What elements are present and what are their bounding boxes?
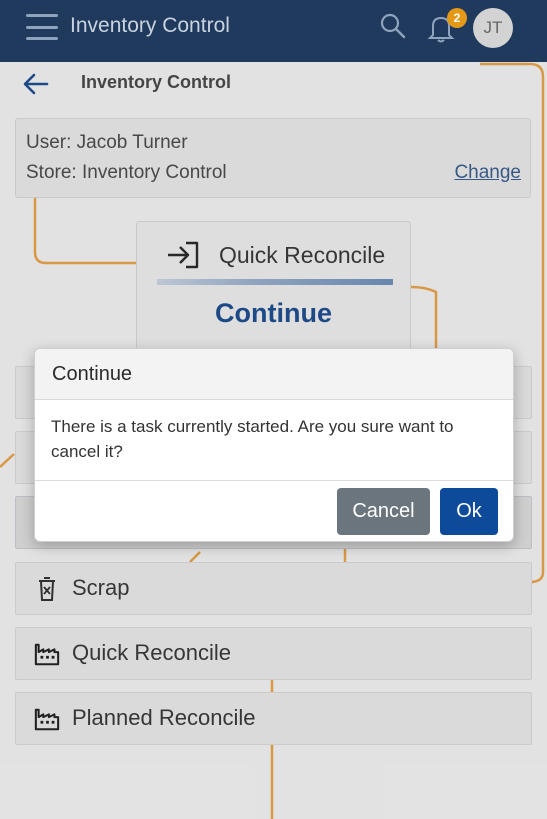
notification-badge: 2	[447, 8, 467, 28]
cancel-button[interactable]: Cancel	[337, 488, 430, 535]
menu-icon[interactable]	[26, 14, 58, 40]
dialog-header: Continue	[35, 349, 513, 400]
avatar[interactable]: JT	[473, 8, 513, 48]
confirm-dialog: Continue There is a task currently start…	[34, 348, 514, 542]
dialog-title: Continue	[52, 363, 133, 385]
app-title: Inventory Control	[70, 14, 230, 37]
dialog-body: There is a task currently started. Are y…	[35, 400, 513, 481]
ok-button[interactable]: Ok	[440, 488, 498, 535]
app-bar: Inventory Control 2 JT	[0, 0, 547, 62]
search-icon[interactable]	[379, 12, 407, 40]
dialog-message: There is a task currently started. Are y…	[51, 417, 454, 461]
